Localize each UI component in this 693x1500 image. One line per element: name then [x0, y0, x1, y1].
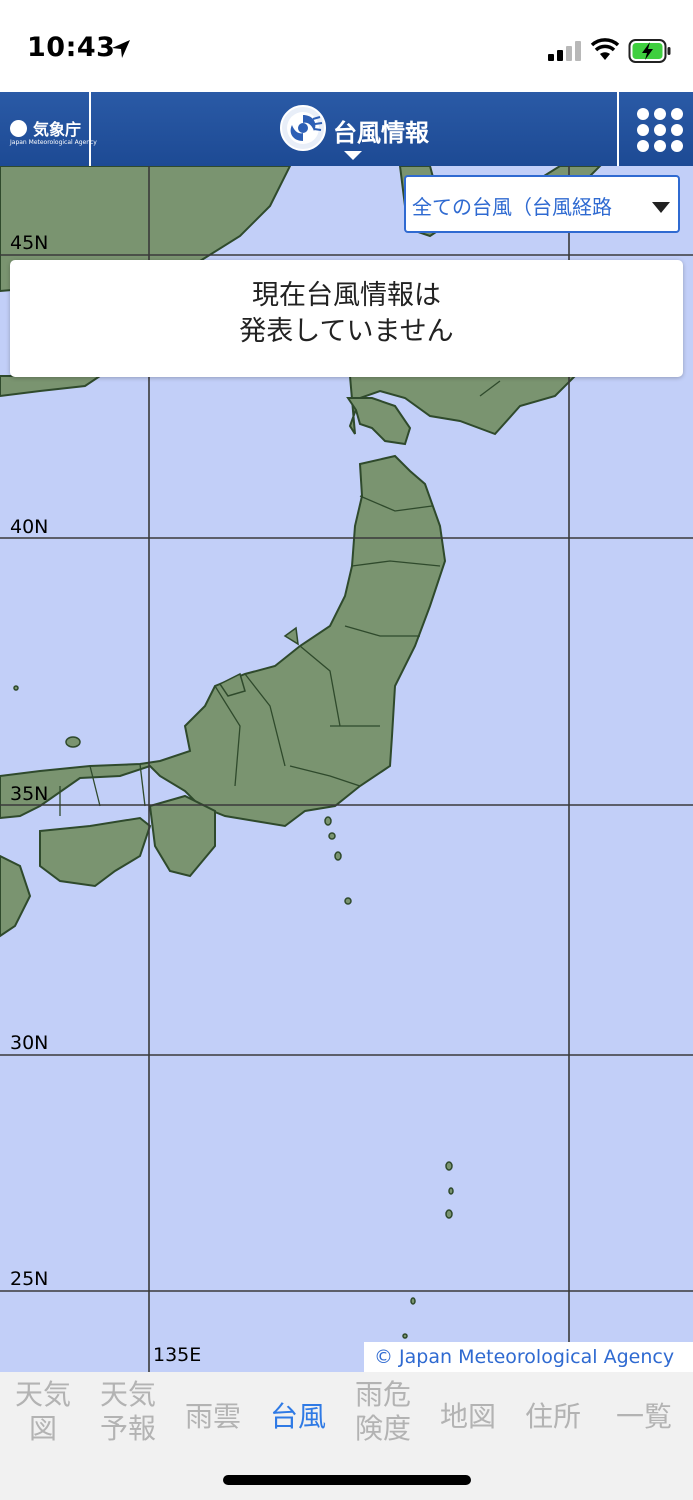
latitude-label-35n: 35N: [10, 783, 49, 805]
land-mainland-lower: [0, 375, 104, 398]
land-honshu: [0, 454, 447, 828]
tab-list[interactable]: 一覧: [608, 1400, 680, 1434]
jma-emblem-icon: [10, 120, 27, 137]
tab-label-line1: 天気: [14, 1378, 71, 1411]
latitude-label-40n: 40N: [10, 516, 49, 538]
land-hokkaido-south: [346, 397, 412, 446]
location-arrow-icon: [112, 40, 130, 58]
tab-label-line2: 険度: [354, 1412, 411, 1445]
latitude-label-30n: 30N: [10, 1032, 49, 1054]
tab-label-line1: 台風: [269, 1400, 326, 1433]
typhoon-filter-value: 全ての台風（台風経路: [412, 195, 612, 219]
typhoon-map[interactable]: 45N 40N 35N 30N 25N 135E 全ての台風（台風経路 現在台風…: [0, 166, 693, 1372]
page-title: 台風情報: [333, 119, 429, 147]
home-indicator[interactable]: [223, 1475, 471, 1485]
tab-label-line2: 予報: [99, 1412, 156, 1445]
wifi-icon: [590, 38, 620, 60]
land-kyushu: [0, 854, 32, 938]
tab-map[interactable]: 地図: [433, 1400, 503, 1434]
grid-menu-button[interactable]: [617, 92, 693, 166]
dropdown-caret-icon: [652, 202, 670, 213]
tab-address[interactable]: 住所: [518, 1400, 588, 1434]
longitude-label-135e: 135E: [153, 1344, 202, 1366]
status-time: 10:43: [27, 32, 116, 63]
land-kii: [148, 794, 216, 878]
notice-line-1: 現在台風情報は: [252, 280, 441, 311]
cellular-signal-icon: [548, 41, 581, 61]
tab-label-line1: 地図: [439, 1400, 496, 1433]
typhoon-filter-select[interactable]: 全ての台風（台風経路: [404, 175, 680, 233]
typhoon-icon: [280, 105, 326, 151]
land-shikoku: [39, 816, 152, 888]
status-bar: 10:43: [0, 0, 693, 92]
battery-charging-icon: [628, 39, 671, 63]
latitude-label-45n: 45N: [10, 232, 49, 254]
tab-label-line1: 雨危: [354, 1378, 411, 1411]
tab-label-line1: 天気: [99, 1378, 156, 1411]
latitude-label-25n: 25N: [10, 1268, 49, 1290]
tab-label-line1: 雨雲: [184, 1400, 241, 1433]
logo-text: 気象庁: [33, 120, 82, 139]
tab-weather-map[interactable]: 天気 図: [8, 1378, 78, 1446]
tab-label-line1: 住所: [524, 1400, 581, 1433]
logo-subtext: Japan Meteorological Agency: [10, 139, 97, 146]
jma-logo-button[interactable]: 気象庁 Japan Meteorological Agency: [0, 92, 97, 166]
no-typhoon-notice: 現在台風情報は 発表していません: [10, 260, 683, 377]
map-copyright: © Japan Meteorological Agency: [364, 1342, 693, 1372]
tab-typhoon[interactable]: 台風: [263, 1400, 333, 1434]
app-header: 気象庁 Japan Meteorological Agency 台風情報: [0, 92, 693, 166]
caret-down-icon: [344, 151, 362, 160]
tab-rain-cloud[interactable]: 雨雲: [178, 1400, 248, 1434]
notice-line-2: 発表していません: [239, 316, 454, 347]
tab-rain-risk[interactable]: 雨危 険度: [348, 1378, 418, 1446]
tab-label-line1: 一覧: [615, 1400, 672, 1433]
tab-weather-forecast[interactable]: 天気 予報: [93, 1378, 163, 1446]
tab-label-line2: 図: [28, 1412, 57, 1445]
